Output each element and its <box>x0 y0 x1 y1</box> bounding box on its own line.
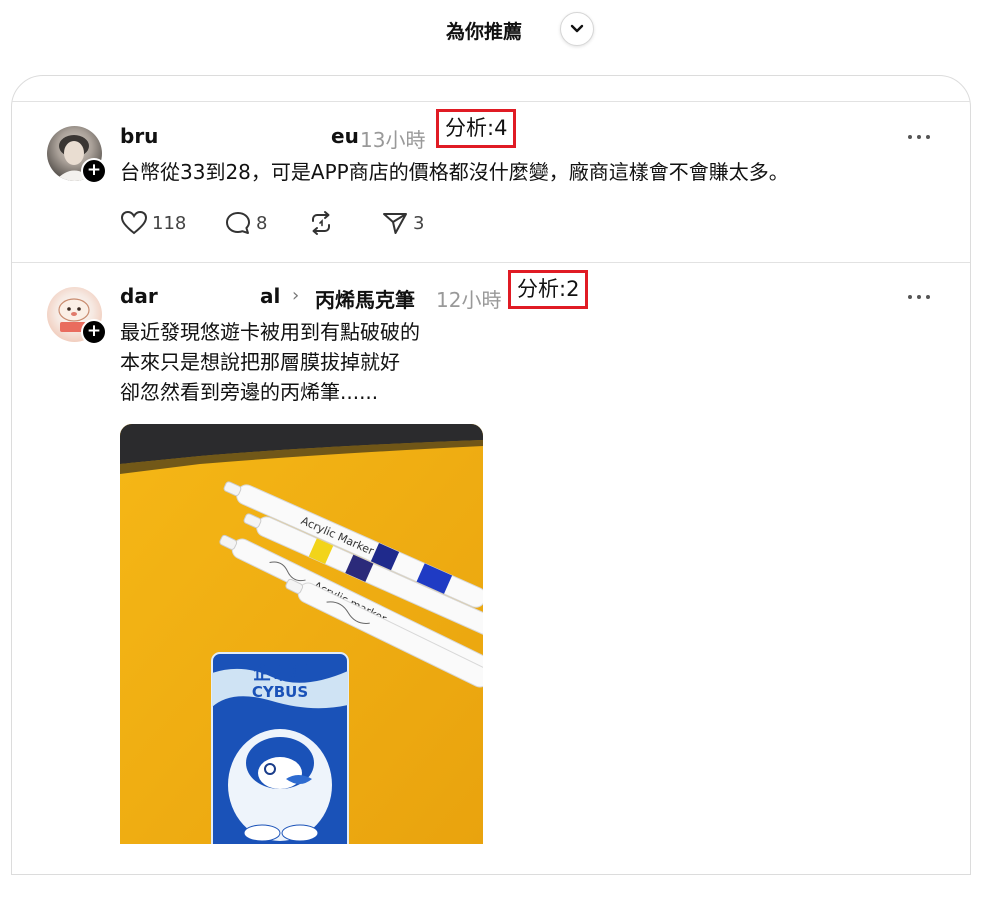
share-button[interactable]: 3 <box>381 208 424 238</box>
analysis-label: 分析:4 <box>436 109 517 148</box>
follow-plus-button[interactable]: + <box>81 319 107 345</box>
community-link[interactable]: 丙烯馬克筆 <box>315 284 415 313</box>
analysis-label: 分析:2 <box>508 270 589 309</box>
repost-icon <box>312 211 330 235</box>
more-options-button[interactable] <box>906 292 932 302</box>
feed-card: + bru eu 13小時 分析:4 台幣從33到28，可是APP商店的價格都沒… <box>11 75 971 875</box>
more-options-button[interactable] <box>906 132 932 142</box>
post-username[interactable]: dar <box>120 284 158 308</box>
like-count: 118 <box>152 212 187 234</box>
post-username[interactable]: bru <box>120 124 158 148</box>
share-count: 3 <box>413 212 425 234</box>
card-brand-cn: 企布斯 <box>252 662 307 684</box>
comment-count: 8 <box>256 212 268 234</box>
card-brand-en: CYBUS <box>252 683 308 701</box>
photo-markers-and-card: Acrylic Marker Acrylic marker <box>120 424 483 844</box>
like-button[interactable]: 118 <box>120 208 186 238</box>
feed-switch-button[interactable] <box>560 12 594 46</box>
chevron-down-icon <box>570 24 584 33</box>
post-time[interactable]: 12小時 <box>436 284 501 313</box>
post-time[interactable]: 13小時 <box>360 124 425 153</box>
chevron-right-icon: › <box>292 285 300 306</box>
post-body-line: 卻忽然看到旁邊的丙烯筆...... <box>120 380 379 404</box>
feed-title: 為你推薦 <box>446 21 523 43</box>
repost-button[interactable] <box>307 208 335 238</box>
post: + dar al › 丙烯馬克筆 12小時 分析:2 最近發現悠遊卡被用到有點破… <box>12 263 970 903</box>
heart-icon <box>120 210 148 235</box>
feed-header: 為你推薦 <box>0 0 993 62</box>
post-body-line: 台幣從33到28，可是APP商店的價格都沒什麼變，廠商這樣會不會賺太多。 <box>120 160 789 184</box>
post-body-line: 最近發現悠遊卡被用到有點破破的 <box>120 320 420 344</box>
post-username-tail[interactable]: eu <box>331 124 359 148</box>
comment-button[interactable]: 8 <box>224 208 267 238</box>
post: + bru eu 13小時 分析:4 台幣從33到28，可是APP商店的價格都沒… <box>12 76 970 262</box>
comment-icon <box>226 212 250 234</box>
post-body-line: 本來只是想說把那層膜拔掉就好 <box>120 350 400 374</box>
post-image[interactable]: Acrylic Marker Acrylic marker <box>120 424 483 844</box>
post-username-tail[interactable]: al <box>260 284 280 308</box>
follow-plus-button[interactable]: + <box>81 158 107 184</box>
send-icon <box>383 213 407 234</box>
